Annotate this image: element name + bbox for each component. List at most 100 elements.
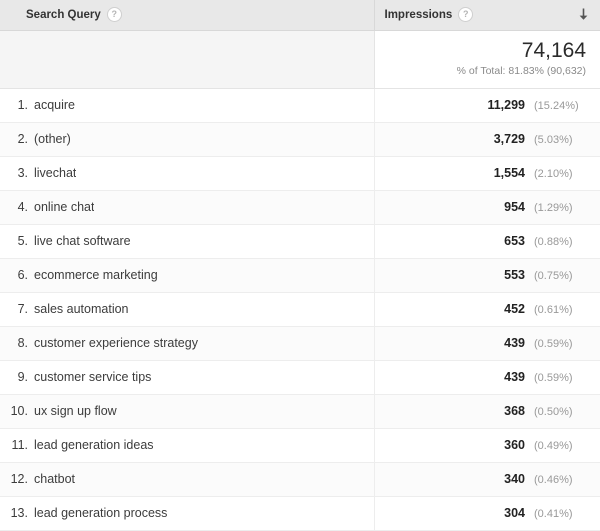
row-dimension-cell: 1. acquire	[0, 88, 375, 123]
table-row[interactable]: 8. customer experience strategy 439 (0.5…	[0, 326, 600, 361]
row-dimension-cell: 12. chatbot	[0, 462, 375, 497]
row-metric-cell: 340 (0.46%)	[374, 462, 600, 497]
table-row[interactable]: 10. ux sign up flow 368 (0.50%)	[0, 394, 600, 429]
impressions-value: 653	[504, 234, 525, 248]
row-rank: 13.	[10, 506, 28, 520]
impressions-value: 368	[504, 404, 525, 418]
row-rank: 3.	[17, 166, 28, 180]
search-query-link[interactable]: (other)	[34, 132, 71, 146]
impressions-percent: (0.88%)	[534, 236, 573, 248]
row-dimension-cell: 2. (other)	[0, 122, 375, 157]
row-dimension-cell: 6. ecommerce marketing	[0, 258, 375, 293]
column-header-search-query-label: Search Query	[26, 8, 101, 21]
impressions-value: 360	[504, 438, 525, 452]
search-query-link[interactable]: ux sign up flow	[34, 404, 117, 418]
table-header: Search Query ? Impressions ?	[0, 0, 600, 31]
search-query-link[interactable]: ecommerce marketing	[34, 268, 158, 282]
search-query-link[interactable]: lead generation ideas	[34, 438, 154, 452]
row-dimension-cell: 10. ux sign up flow	[0, 394, 375, 429]
row-dimension-cell: 11. lead generation ideas	[0, 428, 375, 463]
search-query-link[interactable]: online chat	[34, 200, 94, 214]
impressions-value: 439	[504, 370, 525, 384]
row-dimension-cell: 13. lead generation process	[0, 496, 375, 531]
row-metric-cell: 368 (0.50%)	[374, 394, 600, 429]
help-icon[interactable]: ?	[106, 7, 122, 23]
table-row[interactable]: 7. sales automation 452 (0.61%)	[0, 292, 600, 327]
column-header-impressions-label: Impressions	[384, 8, 453, 21]
impressions-percent: (0.50%)	[534, 406, 573, 418]
row-metric-cell: 653 (0.88%)	[374, 224, 600, 259]
row-rank: 6.	[17, 268, 28, 282]
search-query-link[interactable]: chatbot	[34, 472, 75, 486]
impressions-percent: (0.59%)	[534, 372, 573, 384]
search-query-link[interactable]: acquire	[34, 98, 75, 112]
table-body: 74,164 % of Total: 81.83% (90,632) 1. ac…	[0, 30, 600, 531]
column-header-search-query[interactable]: Search Query ?	[0, 0, 374, 31]
impressions-percent: (0.61%)	[534, 304, 573, 316]
impressions-percent: (0.49%)	[534, 440, 573, 452]
row-metric-cell: 439 (0.59%)	[374, 360, 600, 395]
row-metric-cell: 1,554 (2.10%)	[374, 156, 600, 191]
search-query-impressions-table: Search Query ? Impressions ? 74,164 % of…	[0, 0, 600, 531]
table-row[interactable]: 4. online chat 954 (1.29%)	[0, 190, 600, 225]
search-query-link[interactable]: customer service tips	[34, 370, 151, 384]
impressions-value: 553	[504, 268, 525, 282]
row-rank: 9.	[17, 370, 28, 384]
summary-total-value: 74,164	[521, 39, 586, 63]
table-row[interactable]: 9. customer service tips 439 (0.59%)	[0, 360, 600, 395]
help-icon[interactable]: ?	[458, 7, 474, 23]
impressions-value: 452	[504, 302, 525, 316]
summary-metric-cell: 74,164 % of Total: 81.83% (90,632)	[374, 30, 600, 89]
table-row[interactable]: 2. (other) 3,729 (5.03%)	[0, 122, 600, 157]
row-rank: 7.	[17, 302, 28, 316]
row-rank: 12.	[10, 472, 28, 486]
impressions-percent: (2.10%)	[534, 168, 573, 180]
table-header-row: Search Query ? Impressions ?	[0, 0, 600, 31]
impressions-value: 439	[504, 336, 525, 350]
table-row[interactable]: 3. livechat 1,554 (2.10%)	[0, 156, 600, 191]
impressions-percent: (1.29%)	[534, 202, 573, 214]
row-dimension-cell: 8. customer experience strategy	[0, 326, 375, 361]
row-rank: 5.	[17, 234, 28, 248]
row-metric-cell: 954 (1.29%)	[374, 190, 600, 225]
impressions-value: 954	[504, 200, 525, 214]
row-rank: 1.	[17, 98, 28, 112]
column-header-impressions[interactable]: Impressions ?	[373, 0, 600, 31]
table-row[interactable]: 1. acquire 11,299 (15.24%)	[0, 88, 600, 123]
row-metric-cell: 360 (0.49%)	[374, 428, 600, 463]
row-rank: 2.	[17, 132, 28, 146]
impressions-value: 340	[504, 472, 525, 486]
impressions-value: 304	[504, 506, 525, 520]
row-metric-cell: 304 (0.41%)	[374, 496, 600, 531]
sort-descending-arrow-icon[interactable]	[576, 7, 590, 23]
row-dimension-cell: 4. online chat	[0, 190, 375, 225]
table-row[interactable]: 11. lead generation ideas 360 (0.49%)	[0, 428, 600, 463]
impressions-percent: (0.75%)	[534, 270, 573, 282]
search-query-link[interactable]: customer experience strategy	[34, 336, 198, 350]
table-row[interactable]: 13. lead generation process 304 (0.41%)	[0, 496, 600, 531]
row-metric-cell: 11,299 (15.24%)	[374, 88, 600, 123]
summary-row: 74,164 % of Total: 81.83% (90,632)	[0, 30, 600, 89]
summary-dimension-cell	[0, 30, 375, 89]
impressions-percent: (0.46%)	[534, 474, 573, 486]
table-row[interactable]: 12. chatbot 340 (0.46%)	[0, 462, 600, 497]
table-row[interactable]: 6. ecommerce marketing 553 (0.75%)	[0, 258, 600, 293]
row-rank: 8.	[17, 336, 28, 350]
impressions-value: 11,299	[487, 98, 525, 112]
table-row[interactable]: 5. live chat software 653 (0.88%)	[0, 224, 600, 259]
search-query-link[interactable]: live chat software	[34, 234, 131, 248]
row-rank: 11.	[11, 438, 28, 452]
impressions-value: 3,729	[493, 132, 525, 146]
row-metric-cell: 439 (0.59%)	[374, 326, 600, 361]
row-dimension-cell: 9. customer service tips	[0, 360, 375, 395]
search-query-link[interactable]: sales automation	[34, 302, 129, 316]
row-dimension-cell: 5. live chat software	[0, 224, 375, 259]
row-metric-cell: 452 (0.61%)	[374, 292, 600, 327]
impressions-percent: (0.41%)	[534, 508, 573, 520]
row-rank: 4.	[17, 200, 28, 214]
search-query-link[interactable]: livechat	[34, 166, 76, 180]
impressions-percent: (15.24%)	[534, 100, 579, 112]
impressions-percent: (0.59%)	[534, 338, 573, 350]
search-query-link[interactable]: lead generation process	[34, 506, 167, 520]
row-metric-cell: 3,729 (5.03%)	[374, 122, 600, 157]
